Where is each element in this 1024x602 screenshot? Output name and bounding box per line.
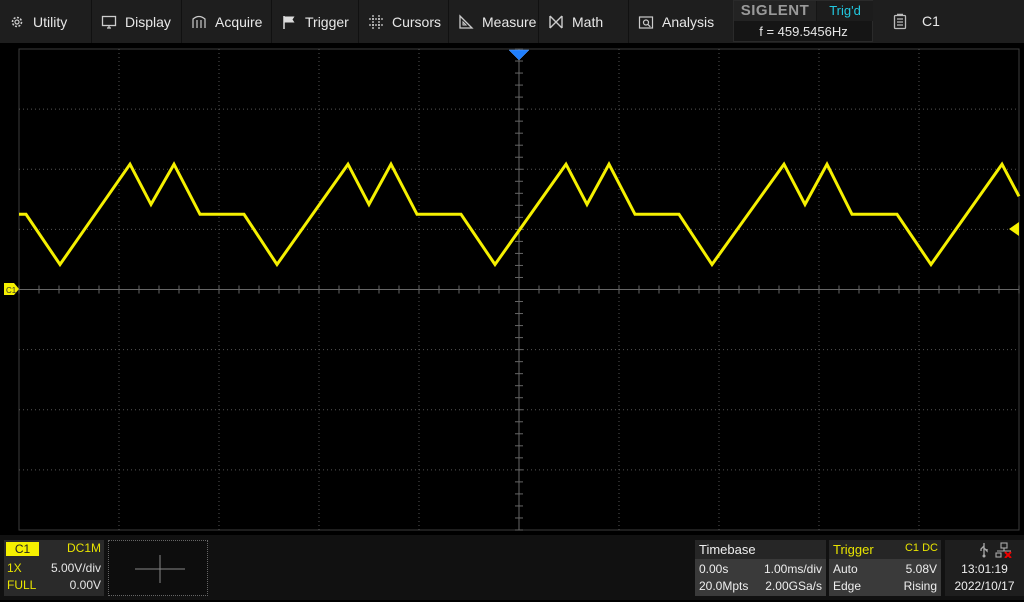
usb-icon [980, 543, 988, 558]
flag-icon [281, 14, 297, 30]
clock-date: 2022/10/17 [954, 579, 1015, 593]
menu-display-label: Display [125, 13, 171, 30]
menu-cursors-label: Cursors [392, 13, 442, 30]
acquisition-status-panel: SIGLENT Trig'd f = 459.5456Hz [733, 0, 873, 42]
channel-probe-row: 1X 5.00V/div [7, 561, 101, 575]
math-icon [548, 14, 564, 30]
menu-analysis[interactable]: Analysis [629, 0, 721, 43]
trigger-panel[interactable]: Trigger C1 DC Auto 5.08V Edge Rising [829, 540, 941, 596]
channel-list-button[interactable]: C1 [875, 0, 1024, 43]
trigger-source-tags: C1 DC [905, 542, 938, 554]
channel-1-info[interactable]: C1 DC1M 1X 5.00V/div FULL 0.00V [4, 540, 104, 596]
trigger-level-marker[interactable] [1009, 217, 1020, 236]
trigger-row-2: Edge Rising [833, 579, 937, 593]
trigger-mode: Auto [833, 562, 858, 576]
bottom-status-bar: C1 DC1M 1X 5.00V/div FULL 0.00V Timebase… [0, 535, 1024, 600]
bandwidth-limit: FULL [7, 578, 37, 592]
network-disconnected-icon [995, 542, 1012, 558]
analysis-icon [638, 14, 654, 30]
horizontal-scale: 1.00ms/div [763, 562, 822, 576]
menu-trigger-label: Trigger [305, 13, 349, 30]
system-status: 13:01:19 2022/10/17 [945, 540, 1024, 596]
menu-acquire[interactable]: Acquire [182, 0, 272, 43]
trigger-source: C1 [904, 542, 920, 554]
menu-cursors[interactable]: Cursors [359, 0, 449, 43]
clock-time: 13:01:19 [961, 562, 1008, 576]
timebase-row-2: 20.0Mpts 2.00GSa/s [699, 579, 822, 593]
sample-rate: 2.00GSa/s [765, 579, 822, 593]
trigger-level: 5.08V [905, 562, 937, 576]
menu-display[interactable]: Display [92, 0, 182, 43]
vertical-offset: 0.00V [69, 578, 101, 592]
set-square-icon [458, 13, 474, 30]
vertical-scale: 5.00V/div [50, 561, 101, 575]
brand-logo: SIGLENT [734, 1, 816, 21]
channel-1-ground-marker[interactable]: C1 [4, 283, 19, 295]
timebase-title: Timebase [695, 540, 826, 559]
add-channel-button[interactable] [108, 540, 208, 596]
trigger-row-1: Auto 5.08V [833, 562, 937, 576]
menu-utility-label: Utility [33, 13, 68, 30]
trigger-slope: Rising [903, 579, 937, 593]
channel-1-tag: C1 [6, 542, 39, 556]
waveform-display[interactable]: C1 [0, 43, 1024, 535]
menu-utility[interactable]: Utility [0, 0, 92, 43]
channel-coupling: DC1M [66, 541, 101, 555]
gear-icon [9, 14, 25, 30]
graticule [18, 48, 1020, 531]
menu-analysis-label: Analysis [662, 13, 715, 30]
menu-measure-label: Measure [482, 13, 537, 30]
cursors-grid-icon [368, 14, 384, 30]
frequency-readout: f = 459.5456Hz [759, 24, 848, 39]
horizontal-delay: 0.00s [699, 562, 729, 576]
monitor-icon [101, 14, 117, 30]
menu-math-label: Math [572, 13, 604, 30]
probe-attenuation: 1X [7, 561, 22, 575]
timebase-panel[interactable]: Timebase 0.00s 1.00ms/div 20.0Mpts 2.00G… [695, 540, 826, 596]
trigger-position-marker[interactable] [508, 49, 530, 61]
clipboard-icon [893, 13, 907, 30]
trigger-status: Trig'd [817, 1, 873, 21]
menu-acquire-label: Acquire [215, 13, 263, 30]
memory-depth: 20.0Mpts [699, 579, 749, 593]
trigger-type: Edge [833, 579, 862, 593]
acquire-icon [191, 14, 207, 30]
channel-bw-row: FULL 0.00V [7, 578, 101, 592]
menu-math[interactable]: Math [539, 0, 629, 43]
menu-trigger[interactable]: Trigger [272, 0, 359, 43]
svg-text:C1: C1 [6, 286, 17, 295]
trigger-coupling: DC [922, 542, 938, 554]
plus-icon [135, 555, 185, 583]
active-channel-label: C1 [922, 13, 940, 29]
timebase-row-1: 0.00s 1.00ms/div [699, 562, 822, 576]
menu-measure[interactable]: Measure [449, 0, 539, 43]
